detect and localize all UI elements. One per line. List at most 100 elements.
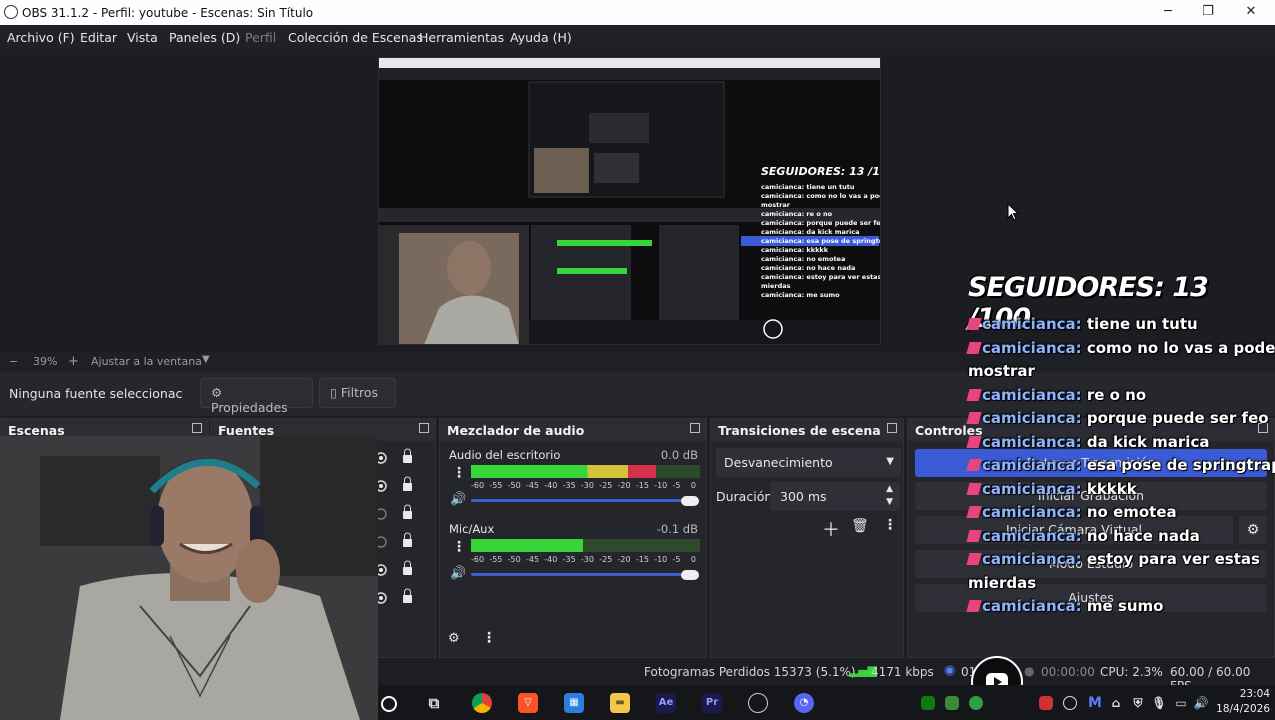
menu-paneles[interactable]: Paneles (D) bbox=[169, 30, 240, 45]
svg-text:SEGUIDORES: 13 /100: SEGUIDORES: 13 /100 bbox=[761, 165, 881, 178]
filters-button[interactable]: ▯ Filtros bbox=[319, 378, 396, 408]
volume-slider-knob[interactable] bbox=[681, 570, 699, 580]
program-preview[interactable]: SEGUIDORES: 13 /100 camicianca: tiene un… bbox=[378, 57, 881, 345]
tray-icon[interactable] bbox=[1063, 696, 1077, 710]
volume-slider[interactable] bbox=[471, 573, 697, 576]
brave-icon[interactable]: ▽ bbox=[518, 693, 538, 713]
undock-icon[interactable] bbox=[887, 423, 897, 433]
meter-scale-tick: -50 bbox=[507, 555, 521, 564]
close-button[interactable]: ✕ bbox=[1241, 3, 1261, 21]
zoom-in-button[interactable]: + bbox=[68, 354, 79, 369]
gear-icon[interactable]: ⚙ bbox=[1239, 516, 1267, 544]
zoom-out-button[interactable]: − bbox=[9, 355, 18, 368]
meter-scale-tick: -25 bbox=[599, 555, 613, 564]
channel-menu-icon[interactable]: ⋮ bbox=[452, 539, 466, 555]
gear-icon: ⚙ bbox=[211, 385, 223, 400]
volume-meter-fill bbox=[471, 539, 584, 552]
svg-text:camicianca: kkkkk: camicianca: kkkkk bbox=[761, 246, 829, 254]
undock-icon[interactable] bbox=[690, 423, 700, 433]
tray-icon[interactable] bbox=[945, 696, 959, 710]
transition-menu-icon[interactable]: ⋮ bbox=[883, 517, 897, 533]
window-title: OBS 31.1.2 - Perfil: youtube - Escenas: … bbox=[22, 6, 314, 20]
fit-window-button[interactable]: Ajustar a la ventana bbox=[91, 355, 202, 368]
transition-select[interactable]: Desvanecimiento ▼ bbox=[716, 448, 901, 477]
status-bar: Fotogramas Perdidos 15373 (5.1%) ▂▄▆ 417… bbox=[378, 658, 1275, 693]
folder-icon[interactable]: ▬ bbox=[610, 693, 630, 713]
mixer-menu-icon[interactable]: ⋮ bbox=[482, 630, 496, 646]
gear-icon[interactable]: ⚙ bbox=[448, 631, 460, 646]
nested-obs-capture: SEGUIDORES: 13 /100 camicianca: tiene un… bbox=[379, 58, 881, 344]
bitrate: 4171 kbps bbox=[871, 665, 934, 679]
chat-text: re o no bbox=[1086, 385, 1147, 404]
svg-text:camicianca: porque puede ser f: camicianca: porque puede ser feo bbox=[761, 219, 881, 227]
tray-icon[interactable]: ⌂ bbox=[1106, 693, 1126, 713]
xbox-icon[interactable] bbox=[921, 696, 935, 710]
volume-slider-knob[interactable] bbox=[681, 496, 699, 506]
chat-message: camicianca: re o no bbox=[966, 385, 1147, 404]
chevron-down-icon[interactable]: ▼ bbox=[202, 354, 210, 365]
properties-button[interactable]: ⚙ Propiedades bbox=[200, 378, 313, 415]
search-icon[interactable] bbox=[381, 696, 397, 712]
shield-icon[interactable]: ⛨ bbox=[1128, 693, 1148, 713]
meter-scale-tick: -40 bbox=[544, 481, 558, 490]
obs-taskbar-icon[interactable] bbox=[748, 693, 768, 713]
minimize-button[interactable]: ─ bbox=[1158, 3, 1178, 21]
meter-scale: -60 -55 -50 -45 -40 -35 -30 -25 -20 -15 -10 -5 0 bbox=[471, 555, 700, 567]
menu-ayuda[interactable]: Ayuda (H) bbox=[510, 30, 572, 45]
trash-icon[interactable]: 🗑 bbox=[851, 518, 869, 534]
discord-icon[interactable]: ◔ bbox=[794, 693, 814, 713]
chrome-icon[interactable] bbox=[472, 693, 492, 713]
volume-slider[interactable] bbox=[471, 499, 697, 502]
duration-input[interactable]: 300 ms ▲ ▼ bbox=[770, 482, 900, 511]
chat-text: mierdas bbox=[968, 573, 1037, 592]
audio-mixer-dock: Mezclador de audio Audio del escritorio … bbox=[439, 418, 707, 658]
task-view-icon[interactable]: ⧉ bbox=[424, 693, 444, 713]
chat-username: camicianca: bbox=[982, 503, 1087, 521]
undock-icon[interactable] bbox=[419, 423, 429, 433]
menu-vista[interactable]: Vista bbox=[127, 30, 158, 45]
microphone-icon[interactable]: 🎙 bbox=[1149, 693, 1169, 713]
maximize-button[interactable]: ❐ bbox=[1198, 3, 1218, 21]
svg-text:mierdas: mierdas bbox=[761, 282, 791, 290]
add-transition-button[interactable]: ＋ bbox=[822, 516, 840, 542]
chat-message: camicianca: me sumo bbox=[966, 597, 1163, 615]
network-icon[interactable]: ▭ bbox=[1171, 693, 1191, 713]
dropped-frames: Fotogramas Perdidos 15373 (5.1%) bbox=[644, 665, 856, 679]
menu-coleccion-escenas[interactable]: Colección de Escenas bbox=[288, 30, 423, 45]
store-icon[interactable]: ▦ bbox=[564, 693, 584, 713]
menu-archivo[interactable]: Archivo (F) bbox=[7, 30, 75, 45]
tray-icon[interactable] bbox=[969, 696, 983, 710]
clock-date[interactable]: 18/4/2026 bbox=[1212, 703, 1270, 715]
meter-scale-tick: -25 bbox=[599, 481, 613, 490]
menu-herramientas[interactable]: Herramientas bbox=[419, 30, 504, 45]
clock-time[interactable]: 23:04 bbox=[1230, 688, 1270, 700]
after-effects-icon[interactable]: Ae bbox=[656, 693, 676, 713]
volume-icon[interactable]: 🔊 bbox=[1191, 693, 1211, 713]
meter-scale-tick: -55 bbox=[489, 481, 503, 490]
undock-icon[interactable] bbox=[192, 423, 202, 433]
channel-menu-icon[interactable]: ⋮ bbox=[452, 465, 466, 481]
meter-scale-tick: -45 bbox=[525, 481, 540, 490]
chat-message: mostrar bbox=[968, 362, 1035, 380]
window-titlebar: OBS 31.1.2 - Perfil: youtube - Escenas: … bbox=[0, 0, 1275, 25]
chat-message: camicianca: tiene un tutu bbox=[966, 315, 1198, 333]
chevron-down-icon[interactable]: ▼ bbox=[886, 497, 893, 507]
webcam-feed bbox=[0, 436, 378, 720]
channel-db: -0.1 dB bbox=[656, 522, 698, 536]
meter-scale-tick: -10 bbox=[654, 481, 668, 490]
tray-icon[interactable] bbox=[1039, 696, 1053, 710]
channel-name: Mic/Aux bbox=[449, 522, 495, 536]
chevron-down-icon: ▼ bbox=[886, 456, 894, 467]
menu-editar[interactable]: Editar bbox=[80, 30, 117, 45]
speaker-icon[interactable]: 🔊 bbox=[450, 566, 466, 581]
menu-perfil[interactable]: Perfil bbox=[245, 30, 276, 45]
speaker-icon[interactable]: 🔊 bbox=[450, 492, 466, 507]
tray-icon[interactable]: M bbox=[1085, 693, 1105, 713]
premiere-icon[interactable]: Pr bbox=[702, 693, 722, 713]
chevron-up-icon[interactable]: ▲ bbox=[886, 484, 893, 494]
source-visibility-lock-icons[interactable] bbox=[373, 447, 423, 637]
pencil-icon bbox=[966, 318, 982, 330]
chat-message: camicianca: kkkkk bbox=[966, 480, 1137, 498]
cpu-usage: CPU: 2.3% bbox=[1100, 665, 1163, 679]
duration-value: 300 ms bbox=[780, 489, 827, 504]
